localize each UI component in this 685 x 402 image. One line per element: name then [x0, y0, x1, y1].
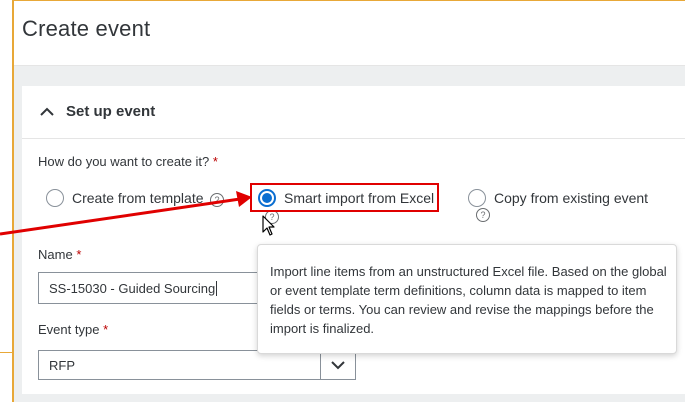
- help-popover: Import line items from an unstructured E…: [257, 244, 677, 354]
- popover-text: Import line items from an unstructured E…: [270, 264, 667, 336]
- mouse-cursor-icon: [262, 215, 275, 236]
